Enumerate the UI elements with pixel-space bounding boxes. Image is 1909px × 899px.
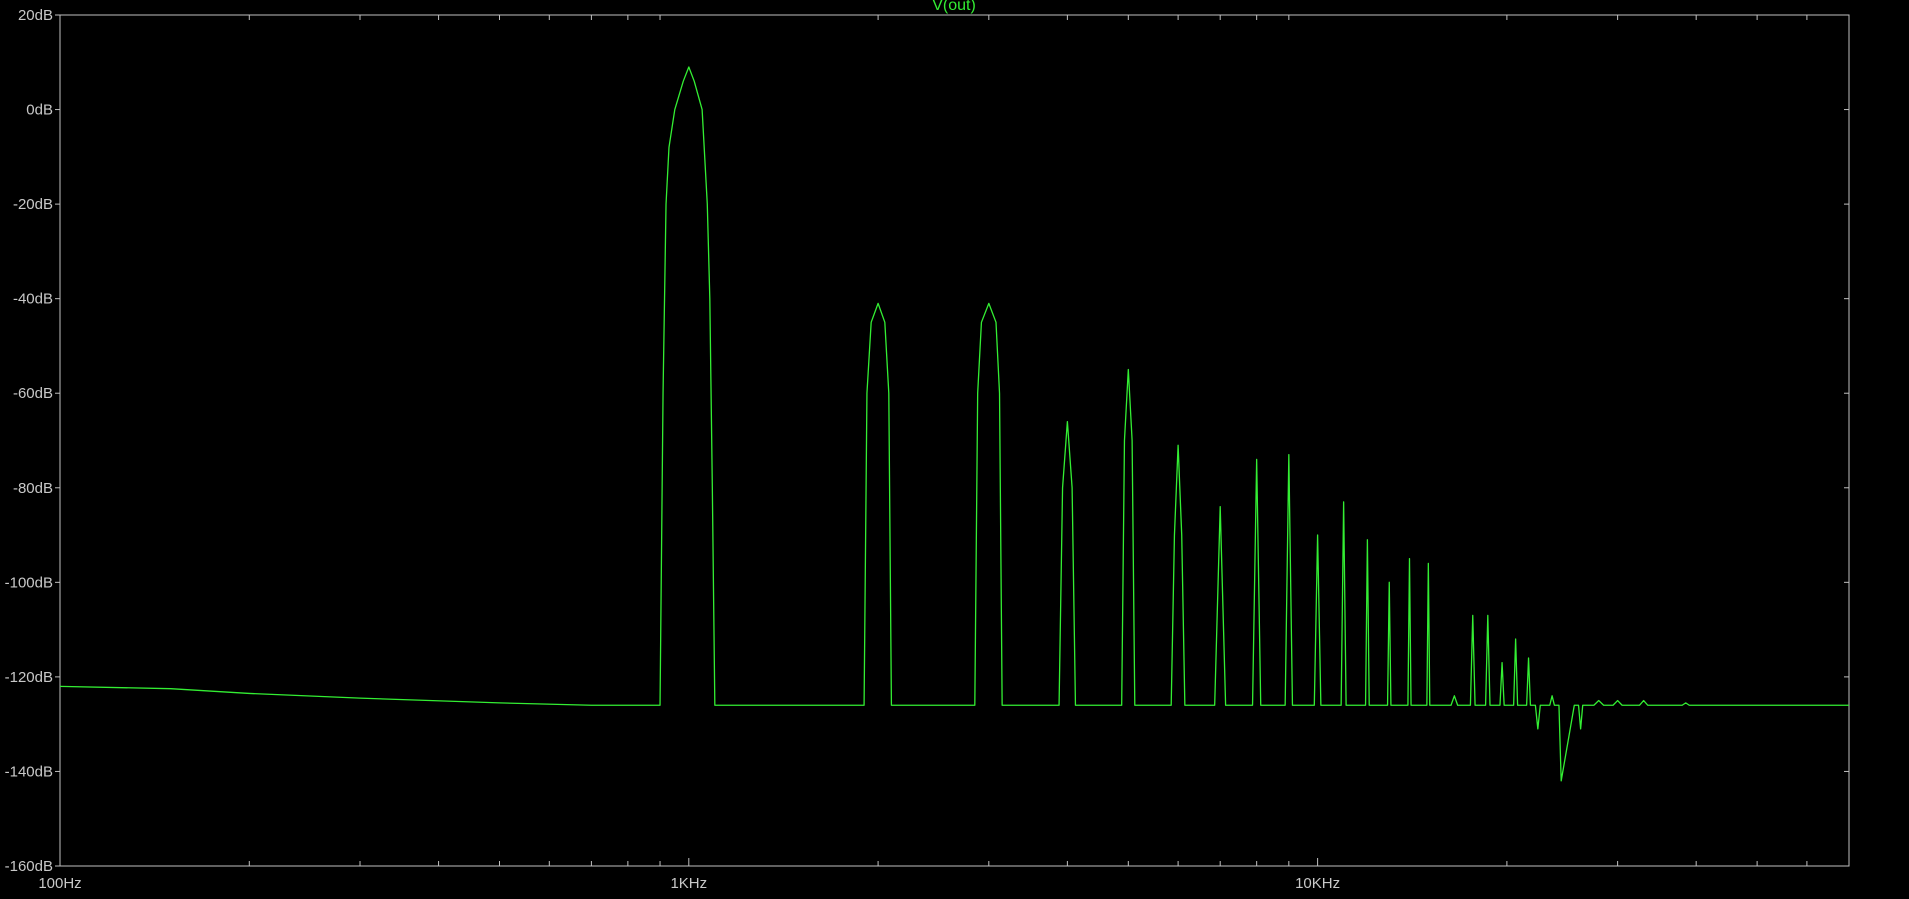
y-tick-label: -80dB (13, 480, 53, 497)
y-tick-label: -60dB (13, 385, 53, 402)
y-tick-label: 0dB (26, 102, 53, 119)
y-tick-label: -40dB (13, 291, 53, 308)
series-layer (59, 66, 1849, 782)
y-tick-label: -20dB (13, 196, 53, 213)
trace-labels: V(out) (932, 0, 976, 14)
x-tick-label: 1KHz (670, 875, 707, 892)
y-tick-label: -100dB (5, 574, 53, 591)
x-tick-label: 100Hz (38, 875, 81, 892)
y-tick-label: -140dB (5, 763, 53, 780)
y-tick-label: -120dB (5, 669, 53, 686)
y-tick-label: -160dB (5, 858, 53, 875)
y-axis: 20dB 0dB -20dB -40dB -60dB -80dB -100dB -120dB -… (5, 7, 1849, 875)
minor-ticks (248, 15, 1850, 866)
y-tick-label: 20dB (18, 7, 53, 24)
plot-border (59, 14, 1850, 867)
series-line-v-out (59, 66, 1849, 782)
trace-label-v-out: V(out) (932, 0, 976, 14)
x-axis: 100Hz 1KHz 10KHz (38, 858, 1340, 892)
plot-frame (59, 14, 1850, 867)
bode-plot[interactable]: 20dB 0dB -20dB -40dB -60dB -80dB -100dB -120dB -… (0, 0, 1909, 899)
x-tick-label: 10KHz (1295, 875, 1340, 892)
